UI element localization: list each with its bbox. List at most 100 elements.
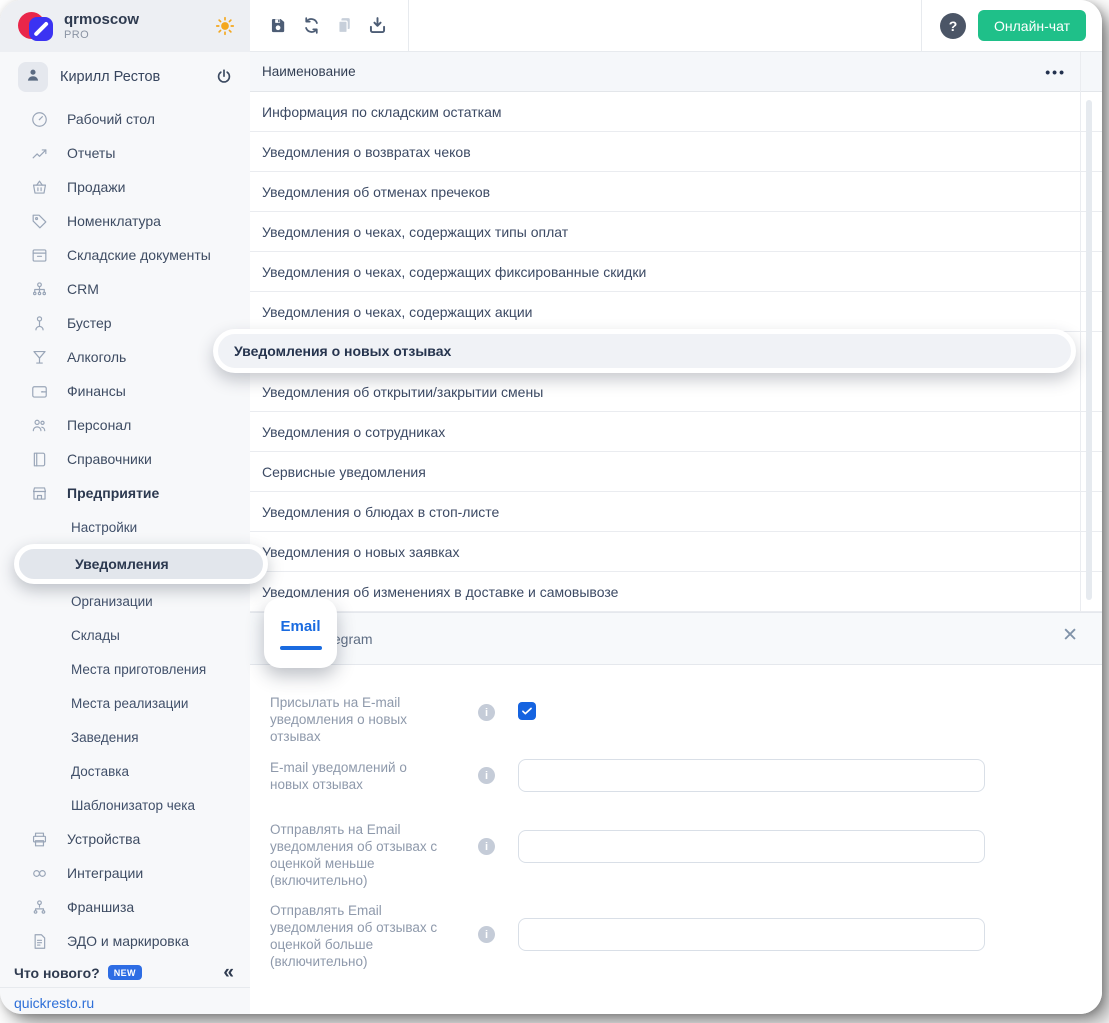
row-label: Уведомления о сотрудниках: [262, 424, 445, 440]
info-icon[interactable]: i: [478, 767, 495, 784]
sidebar-item[interactable]: Предприятие: [0, 476, 250, 510]
table-row[interactable]: Уведомления об изменениях в доставке и с…: [250, 572, 1102, 612]
reports-icon: [30, 143, 50, 163]
sidebar-item[interactable]: Справочники: [0, 442, 250, 476]
site-link[interactable]: quickresto.ru: [14, 995, 94, 1011]
app-window: qrmoscow PRO Кирилл Рестов Рабочий столО…: [0, 0, 1102, 1014]
tag-icon: [30, 211, 50, 231]
tab-email-label: Email: [280, 618, 320, 635]
sidebar-item[interactable]: Отчеты: [0, 136, 250, 170]
field-label: Отправлять Email уведомления об отзывах …: [270, 902, 446, 970]
sidebar-item[interactable]: Складские документы: [0, 238, 250, 272]
sidebar-item[interactable]: Интеграции: [0, 856, 250, 890]
table-row[interactable]: Сервисные уведомления: [250, 452, 1102, 492]
whats-new-link[interactable]: Что нового?: [14, 965, 100, 981]
ellipsis-icon[interactable]: •••: [1045, 64, 1066, 80]
table-row[interactable]: Уведомления о новых отзывах: [250, 332, 1102, 372]
active-tab-underline: [280, 646, 322, 650]
table-row[interactable]: Информация по складским остаткам: [250, 92, 1102, 132]
edo-icon: [30, 931, 50, 951]
row-label: Уведомления о новых заявках: [262, 544, 459, 560]
toolbar-divider: [408, 0, 409, 51]
sidebar-item[interactable]: CRM: [0, 272, 250, 306]
sidebar-item[interactable]: Франшиза: [0, 890, 250, 924]
brand-header: qrmoscow PRO: [0, 0, 250, 52]
sidebar-item-label: Справочники: [67, 451, 152, 467]
sidebar-item[interactable]: Продажи: [0, 170, 250, 204]
sidebar-item[interactable]: Персонал: [0, 408, 250, 442]
text-input[interactable]: [518, 830, 985, 863]
sidebar-item-label: Бустер: [67, 315, 112, 331]
table-row[interactable]: Уведомления о чеках, содержащих акции: [250, 292, 1102, 332]
sidebar-item-label: Персонал: [67, 417, 131, 433]
close-icon[interactable]: ✕: [1062, 626, 1078, 645]
sidebar-item-label: Алкоголь: [67, 349, 126, 365]
scrollbar-thumb[interactable]: [1086, 100, 1092, 600]
online-chat-button[interactable]: Онлайн-чат: [978, 10, 1086, 41]
collapse-sidebar-icon[interactable]: «: [223, 963, 234, 982]
help-button[interactable]: ?: [940, 13, 966, 39]
info-icon[interactable]: i: [478, 704, 495, 721]
table-row[interactable]: Уведомления о чеках, содержащих типы опл…: [250, 212, 1102, 252]
form-field: Отправлять на Email уведомления об отзыв…: [270, 821, 1102, 902]
sidebar-item[interactable]: Алкоголь: [0, 340, 250, 374]
table-row[interactable]: Уведомления о сотрудниках: [250, 412, 1102, 452]
table-header: Наименование •••: [250, 52, 1102, 92]
download-button[interactable]: [367, 15, 388, 36]
refresh-button[interactable]: [301, 15, 322, 36]
sidebar-item-spotlight: Уведомления: [0, 544, 250, 584]
sidebar-item[interactable]: Номенклатура: [0, 204, 250, 238]
sidebar-item[interactable]: ЭДО и маркировка: [0, 924, 250, 958]
sidebar-item[interactable]: Склады: [0, 618, 250, 652]
sidebar-nav: Рабочий столОтчетыПродажиНоменклатураСкл…: [0, 102, 250, 958]
sidebar-item-label: Предприятие: [67, 485, 159, 501]
user-row[interactable]: Кирилл Рестов: [0, 52, 250, 102]
table-row-spotlight[interactable]: Уведомления о новых отзывах: [213, 329, 1076, 373]
field-label: Отправлять на Email уведомления об отзыв…: [270, 821, 446, 889]
sidebar-item[interactable]: Организации: [0, 584, 250, 618]
devices-icon: [30, 829, 50, 849]
row-label: Уведомления о чеках, содержащих фиксиров…: [262, 264, 646, 280]
row-label: Сервисные уведомления: [262, 464, 426, 480]
form-field: Отправлять Email уведомления об отзывах …: [270, 902, 1102, 970]
alcohol-icon: [30, 347, 50, 367]
text-input[interactable]: [518, 759, 985, 792]
checkbox[interactable]: [518, 702, 536, 720]
copy-button: [334, 15, 355, 36]
logout-power-icon[interactable]: [214, 67, 234, 87]
info-icon[interactable]: i: [478, 926, 495, 943]
table-row[interactable]: Уведомления об отменах пречеков: [250, 172, 1102, 212]
table-row[interactable]: Уведомления о новых заявках: [250, 532, 1102, 572]
sidebar-item[interactable]: Финансы: [0, 374, 250, 408]
sidebar-item[interactable]: Бустер: [0, 306, 250, 340]
row-label: Уведомления о чеках, содержащих типы опл…: [262, 224, 568, 240]
toolbar-divider: [921, 0, 922, 51]
sidebar-item[interactable]: Места реализации: [0, 686, 250, 720]
theme-brightness-icon[interactable]: [214, 15, 236, 37]
sidebar-item[interactable]: Уведомления: [14, 544, 268, 584]
sidebar-item[interactable]: Доставка: [0, 754, 250, 788]
table-row[interactable]: Уведомления об открытии/закрытии смены: [250, 372, 1102, 412]
tab-email[interactable]: Email: [264, 598, 337, 668]
table-row[interactable]: Уведомления о чеках, содержащих фиксиров…: [250, 252, 1102, 292]
sidebar-item[interactable]: Места приготовления: [0, 652, 250, 686]
sidebar-item[interactable]: Заведения: [0, 720, 250, 754]
sidebar-item[interactable]: Шаблонизатор чека: [0, 788, 250, 822]
app-logo-icon: [18, 8, 56, 44]
text-input[interactable]: [518, 918, 985, 951]
sidebar-item[interactable]: Устройства: [0, 822, 250, 856]
sidebar-item[interactable]: Настройки: [0, 510, 250, 544]
dashboard-icon: [30, 109, 50, 129]
info-icon[interactable]: i: [478, 838, 495, 855]
logo-blue-square: [29, 17, 53, 41]
table-row[interactable]: Уведомления о блюдах в стоп-листе: [250, 492, 1102, 532]
enterprise-icon: [30, 483, 50, 503]
sidebar-item-label: CRM: [67, 281, 99, 297]
save-button[interactable]: [268, 15, 289, 36]
brand-plan: PRO: [64, 29, 139, 41]
sidebar-item-label: Продажи: [67, 179, 125, 195]
toolbar: ? Онлайн-чат: [250, 0, 1102, 52]
row-label: Уведомления об отменах пречеков: [262, 184, 490, 200]
table-row[interactable]: Уведомления о возвратах чеков: [250, 132, 1102, 172]
sidebar-item[interactable]: Рабочий стол: [0, 102, 250, 136]
